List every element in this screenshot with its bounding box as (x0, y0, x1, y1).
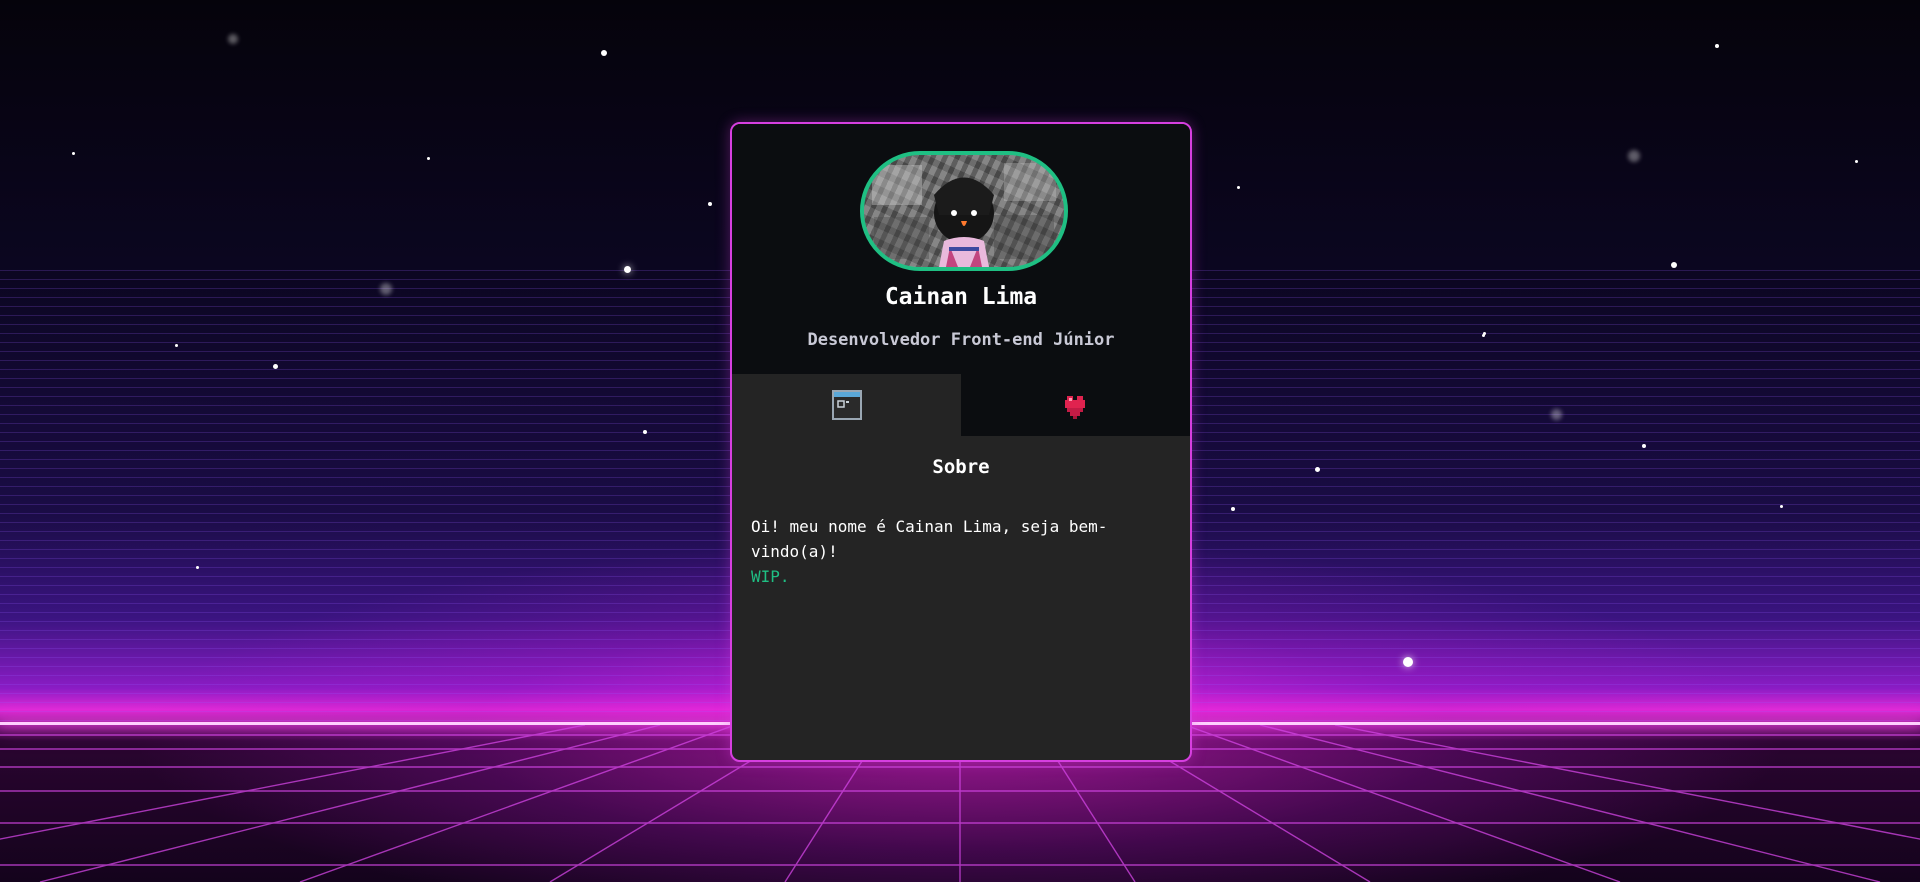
star (427, 157, 430, 160)
star (1715, 44, 1719, 48)
star (1780, 505, 1783, 508)
heart-icon (1065, 396, 1085, 419)
tab-about[interactable] (732, 374, 961, 436)
profile-name: Cainan Lima (884, 284, 1038, 310)
star (1551, 409, 1562, 420)
star (708, 202, 712, 206)
star (1315, 467, 1320, 472)
star (196, 566, 199, 569)
window-icon (832, 390, 862, 420)
wip-text: WIP. (751, 567, 790, 586)
star (1855, 160, 1858, 163)
star (228, 34, 238, 44)
star (273, 364, 278, 369)
star (1483, 332, 1486, 335)
avatar-illustration (864, 155, 1064, 267)
about-text: Oi! meu nome é Cainan Lima, seja bem-vin… (751, 517, 1108, 561)
profile-card: Cainan Lima Desenvolvedor Front-end Júni… (730, 122, 1192, 762)
avatar (860, 151, 1068, 271)
profile-tabs (732, 374, 1190, 436)
star (1628, 150, 1640, 162)
star (624, 266, 631, 273)
star (1403, 657, 1413, 667)
star (601, 50, 607, 56)
star (1237, 186, 1240, 189)
star (643, 430, 647, 434)
tab-content: Sobre Oi! meu nome é Cainan Lima, seja b… (732, 436, 1190, 758)
profile-role: Desenvolvedor Front-end Júnior (807, 330, 1115, 350)
tab-likes[interactable] (961, 374, 1190, 436)
star (72, 152, 75, 155)
star (175, 344, 178, 347)
star (380, 283, 392, 295)
profile-header: Cainan Lima Desenvolvedor Front-end Júni… (732, 124, 1190, 436)
star (1671, 262, 1677, 268)
section-title: Sobre (932, 456, 990, 478)
star (1642, 444, 1646, 448)
star (1231, 507, 1235, 511)
